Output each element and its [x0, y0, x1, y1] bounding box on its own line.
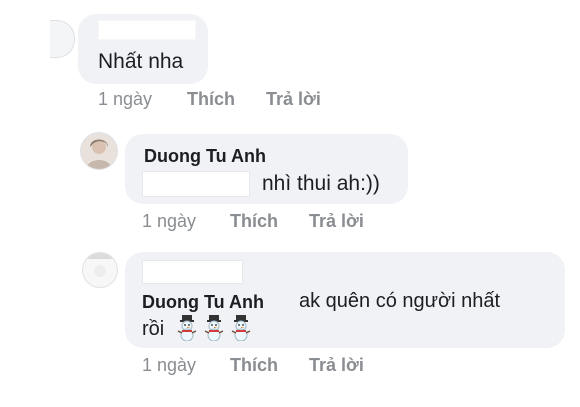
avatar[interactable] — [80, 132, 118, 170]
snowman-icon — [202, 315, 226, 342]
like-link[interactable]: Thích — [230, 211, 278, 232]
comment-time[interactable]: 1 ngày — [142, 211, 196, 232]
emoji-group — [175, 315, 253, 342]
snowman-icon — [175, 315, 199, 342]
redacted-mention — [142, 260, 243, 284]
snowman-icon — [229, 315, 253, 342]
avatar[interactable] — [50, 20, 75, 58]
comment-text: Nhất nha — [98, 50, 184, 73]
comment-text-line2: rồi — [142, 318, 165, 340]
comment-text: ak quên có người nhất — [299, 290, 501, 312]
like-link[interactable]: Thích — [230, 355, 278, 376]
like-link[interactable]: Thích — [187, 89, 235, 110]
avatar-photo-icon — [83, 253, 117, 277]
reply-link[interactable]: Trả lời — [309, 211, 364, 232]
comment-author[interactable]: Duong Tu Anh — [144, 146, 266, 167]
comment-text: nhì thui ah:)) — [262, 172, 380, 195]
reply-link[interactable]: Trả lời — [266, 89, 321, 110]
avatar-photo-icon — [86, 139, 112, 169]
comment-time[interactable]: 1 ngày — [142, 355, 196, 376]
comment-author[interactable]: Duong Tu Anh — [142, 292, 264, 313]
redacted-mention — [142, 171, 250, 197]
reply-link[interactable]: Trả lời — [309, 355, 364, 376]
redacted-author-name — [98, 20, 196, 40]
comment-bubble: Duong Tu Anh ak quên có người nhất rồi — [125, 252, 565, 348]
avatar[interactable] — [82, 252, 118, 288]
comment-bubble: Duong Tu Anh nhì thui ah:)) — [125, 134, 408, 204]
comment-bubble: Nhất nha — [78, 14, 208, 84]
comment-time[interactable]: 1 ngày — [98, 89, 152, 110]
